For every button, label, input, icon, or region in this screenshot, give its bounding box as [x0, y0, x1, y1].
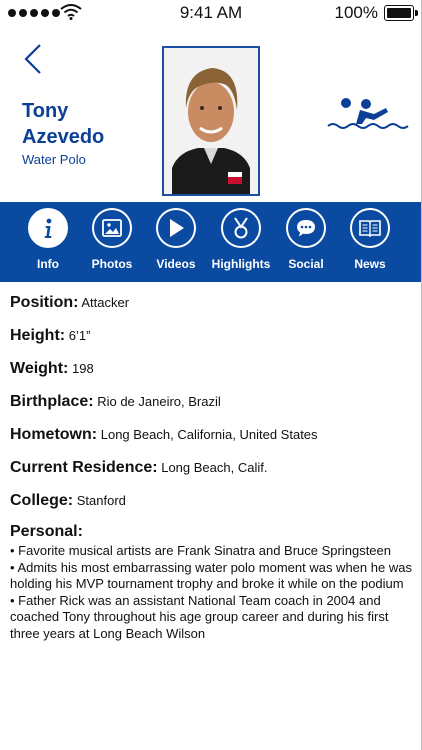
info-value: Long Beach, Calif. [161, 460, 268, 475]
info-position: Position: Attacker [10, 292, 414, 314]
info-label: Hometown: [10, 426, 98, 443]
tab-news[interactable]: News [335, 202, 405, 282]
info-value: 6’1” [68, 328, 91, 343]
info-label: College: [10, 492, 74, 509]
status-bar: 9:41 AM 100% [0, 0, 422, 26]
chat-icon [286, 208, 326, 248]
info-label: Height: [10, 327, 66, 344]
athlete-name: Tony Azevedo [22, 98, 152, 150]
info-height: Height: 6’1” [10, 325, 414, 347]
athlete-sport: Water Polo [22, 152, 86, 167]
tab-label: News [354, 257, 386, 271]
info-label: Weight: [10, 360, 69, 377]
personal-item: • Favorite musical artists are Frank Sin… [10, 543, 391, 558]
tab-bar: Info Photos Videos Highlights Social New… [0, 202, 422, 282]
info-icon [28, 208, 68, 248]
athlete-photo [162, 46, 260, 196]
book-icon [350, 208, 390, 248]
info-value: Stanford [76, 493, 126, 508]
athlete-info: Position: Attacker Height: 6’1” Weight: … [10, 292, 414, 642]
info-value: 198 [71, 361, 94, 376]
info-label: Position: [10, 294, 79, 311]
info-value: Attacker [81, 295, 130, 310]
personal-heading: Personal: [10, 523, 83, 540]
athlete-last-name: Azevedo [22, 126, 105, 148]
info-hometown: Hometown: Long Beach, California, United… [10, 424, 414, 446]
info-value: Rio de Janeiro, Brazil [97, 394, 221, 409]
info-value: Long Beach, California, United States [100, 427, 318, 442]
personal-item: • Admits his most embarrassing water pol… [10, 559, 412, 592]
info-current-residence: Current Residence: Long Beach, Calif. [10, 457, 414, 479]
info-weight: Weight: 198 [10, 358, 414, 380]
medal-icon [221, 208, 261, 248]
info-label: Current Residence: [10, 459, 158, 476]
photos-icon [92, 208, 132, 248]
water-polo-icon [327, 98, 409, 129]
battery-percentage: 100% [334, 3, 378, 22]
battery-icon [384, 5, 418, 21]
play-icon [156, 208, 196, 248]
info-label: Birthplace: [10, 393, 94, 410]
info-college: College: Stanford [10, 490, 414, 512]
athlete-first-name: Tony [22, 100, 69, 122]
back-chevron-icon[interactable] [18, 42, 48, 76]
info-birthplace: Birthplace: Rio de Janeiro, Brazil [10, 391, 414, 413]
personal-item: • Father Rick was an assistant National … [10, 592, 389, 641]
